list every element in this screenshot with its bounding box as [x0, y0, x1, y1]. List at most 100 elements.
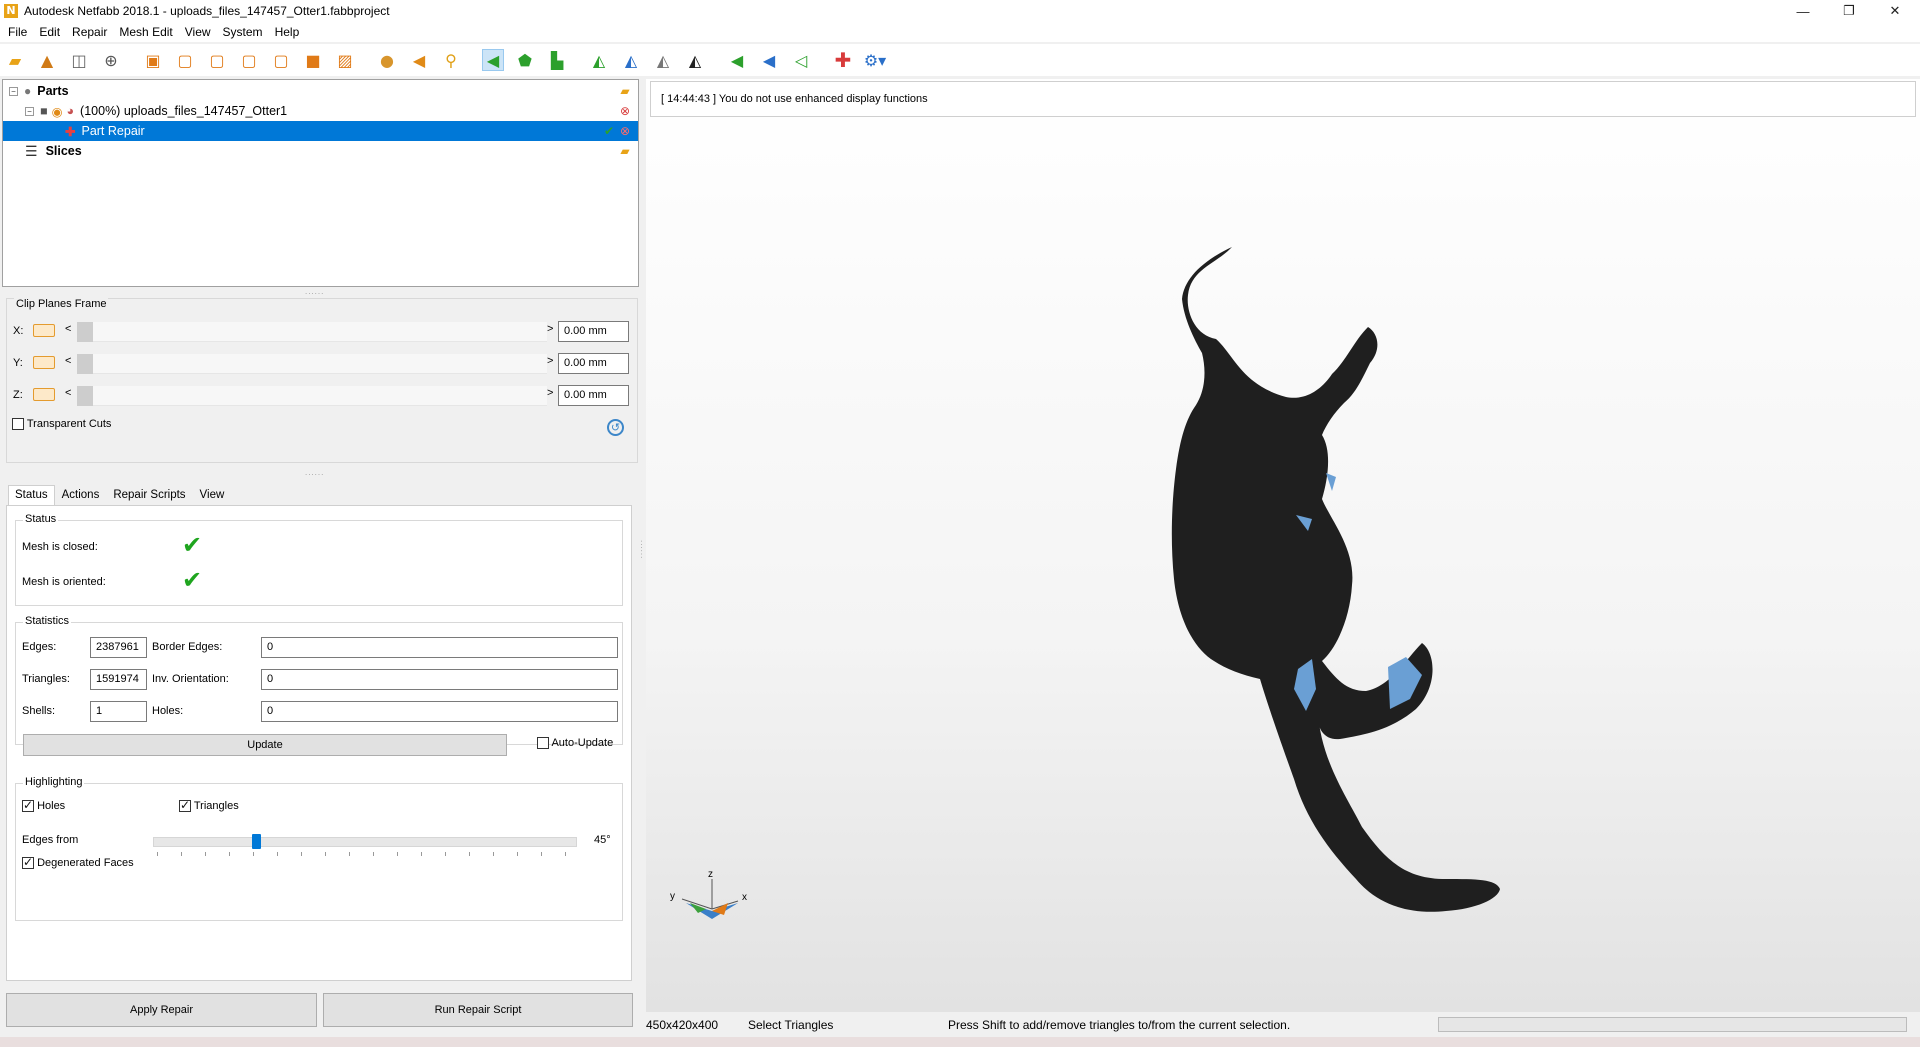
- reset-icon[interactable]: ↺: [607, 419, 624, 436]
- clip-slider-track[interactable]: [77, 322, 547, 342]
- 3d-viewport[interactable]: ...... [ 14:44:43 ] You do not use enhan…: [646, 75, 1920, 1012]
- view-left-icon[interactable]: ▢: [206, 49, 228, 71]
- close-button[interactable]: ✕: [1872, 0, 1918, 22]
- tree-node-part[interactable]: − ■ ◉ ◕ (100%) uploads_files_147457_Otte…: [3, 101, 638, 121]
- clip-toggle-icon[interactable]: [33, 388, 55, 401]
- clip-value-field[interactable]: 0.00 mm: [558, 321, 629, 342]
- triangle-green-icon[interactable]: ◀: [726, 49, 748, 71]
- splitter-grip[interactable]: ......: [305, 468, 324, 477]
- decrease-arrow-icon[interactable]: <: [65, 323, 71, 335]
- axis-gizmo[interactable]: z y x: [670, 869, 747, 919]
- clip-slider-track[interactable]: [77, 386, 547, 406]
- increase-arrow-icon[interactable]: >: [547, 355, 553, 367]
- view-front-icon[interactable]: ▣: [142, 49, 164, 71]
- degenerated-faces-option[interactable]: Degenerated Faces: [22, 855, 134, 870]
- add-triangle-icon[interactable]: ◭: [588, 49, 610, 71]
- restore-button[interactable]: ❐: [1826, 0, 1872, 22]
- minimize-button[interactable]: —: [1780, 0, 1826, 22]
- tree-node-parts[interactable]: − ● Parts ▰: [3, 81, 638, 101]
- view-iso-icon[interactable]: ▨: [334, 49, 356, 71]
- holes-option[interactable]: Holes: [22, 798, 65, 813]
- invert-selection-icon[interactable]: ◭: [684, 49, 706, 71]
- menu-help[interactable]: Help: [269, 25, 306, 39]
- tab-status[interactable]: Status: [8, 485, 55, 506]
- inv-orientation-field[interactable]: 0: [261, 669, 618, 690]
- clip-slider-thumb[interactable]: [77, 322, 93, 342]
- shells-field[interactable]: 1: [90, 701, 147, 722]
- view-right-icon[interactable]: ▢: [238, 49, 260, 71]
- edges-from-slider[interactable]: [153, 837, 577, 847]
- tree-node-slices[interactable]: ☰ Slices ▰: [3, 141, 638, 161]
- arrow-left-orange-icon[interactable]: ◀: [408, 49, 430, 71]
- select-brush-icon[interactable]: ◭: [620, 49, 642, 71]
- auto-update-checkbox[interactable]: [537, 737, 549, 750]
- remove-part-icon[interactable]: ⊗: [618, 104, 632, 118]
- color-icon[interactable]: ◕: [66, 104, 74, 118]
- run-repair-script-button[interactable]: Run Repair Script: [323, 993, 633, 1027]
- transparent-cuts-checkbox[interactable]: [12, 418, 24, 431]
- apply-check-icon[interactable]: ✔: [602, 124, 616, 138]
- menu-file[interactable]: File: [2, 25, 33, 39]
- add-mesh-icon[interactable]: ⊕: [100, 49, 122, 71]
- decrease-arrow-icon[interactable]: <: [65, 355, 71, 367]
- collapse-icon[interactable]: −: [25, 106, 34, 116]
- clip-value-field[interactable]: 0.00 mm: [558, 353, 629, 374]
- update-button[interactable]: Update: [23, 734, 507, 756]
- clip-slider-track[interactable]: [77, 354, 547, 374]
- select-triangles-icon[interactable]: ◀: [482, 49, 504, 71]
- add-part-repair-icon[interactable]: ✚: [832, 48, 854, 72]
- border-edges-field[interactable]: 0: [261, 637, 618, 658]
- menu-edit[interactable]: Edit: [33, 25, 66, 39]
- view-top-icon[interactable]: ▢: [270, 49, 292, 71]
- triangles-checkbox[interactable]: [179, 798, 191, 813]
- apply-repair-button[interactable]: Apply Repair: [6, 993, 317, 1027]
- sphere-icon[interactable]: ●: [376, 49, 398, 71]
- select-shell-icon[interactable]: ▙: [546, 49, 568, 71]
- otter-model[interactable]: [1171, 247, 1500, 912]
- add-part-icon[interactable]: ▲: [36, 49, 58, 71]
- settings-dropdown-icon[interactable]: ⚙▾: [864, 49, 886, 71]
- view-bottom-icon[interactable]: ■: [302, 49, 324, 71]
- clip-value-field[interactable]: 0.00 mm: [558, 385, 629, 406]
- menu-repair[interactable]: Repair: [66, 25, 113, 39]
- collapse-icon[interactable]: −: [9, 86, 18, 96]
- menu-view[interactable]: View: [179, 25, 217, 39]
- status-tab-panel: Status Mesh is closed: ✔ Mesh is oriente…: [6, 505, 632, 981]
- open-folder-icon[interactable]: ▰: [618, 84, 632, 98]
- holes-field[interactable]: 0: [261, 701, 618, 722]
- edges-from-slider-thumb[interactable]: [252, 834, 261, 849]
- clip-toggle-icon[interactable]: [33, 324, 55, 337]
- open-folder-icon[interactable]: ▰: [618, 144, 632, 158]
- clip-slider-thumb[interactable]: [77, 386, 93, 406]
- decrease-arrow-icon[interactable]: <: [65, 387, 71, 399]
- select-surface-icon[interactable]: ⬟: [514, 49, 536, 71]
- menu-mesh-edit[interactable]: Mesh Edit: [113, 25, 178, 39]
- cancel-repair-icon[interactable]: ⊗: [618, 124, 632, 138]
- triangles-field[interactable]: 1591974: [90, 669, 147, 690]
- edges-field[interactable]: 2387961: [90, 637, 147, 658]
- increase-arrow-icon[interactable]: >: [547, 323, 553, 335]
- new-project-icon[interactable]: ◫: [68, 49, 90, 71]
- tree-node-part-repair[interactable]: ✚ Part Repair ✔ ⊗: [3, 121, 638, 141]
- model-render[interactable]: z y x: [646, 79, 1920, 1012]
- holes-checkbox[interactable]: [22, 798, 34, 813]
- view-back-icon[interactable]: ▢: [174, 49, 196, 71]
- zoom-icon[interactable]: ⚲: [440, 49, 462, 71]
- clip-toggle-icon[interactable]: [33, 356, 55, 369]
- menu-system[interactable]: System: [217, 25, 269, 39]
- tab-view[interactable]: View: [193, 485, 232, 506]
- triangle-blue-icon[interactable]: ◀: [758, 49, 780, 71]
- clip-slider-thumb[interactable]: [77, 354, 93, 374]
- splitter-grip[interactable]: ......: [305, 287, 324, 296]
- auto-update-option[interactable]: Auto-Update: [537, 737, 613, 750]
- eye-icon[interactable]: ◉: [52, 104, 63, 119]
- remove-triangle-icon[interactable]: ◭: [652, 49, 674, 71]
- transparent-cuts-option[interactable]: Transparent Cuts: [12, 418, 111, 431]
- tab-actions[interactable]: Actions: [55, 485, 107, 506]
- tab-repair-scripts[interactable]: Repair Scripts: [106, 485, 192, 506]
- open-folder-icon[interactable]: ▰: [4, 49, 26, 71]
- increase-arrow-icon[interactable]: >: [547, 387, 553, 399]
- triangle-outline-icon[interactable]: ◁: [790, 49, 812, 71]
- degenerated-faces-checkbox[interactable]: [22, 855, 34, 870]
- triangles-option[interactable]: Triangles: [179, 798, 239, 813]
